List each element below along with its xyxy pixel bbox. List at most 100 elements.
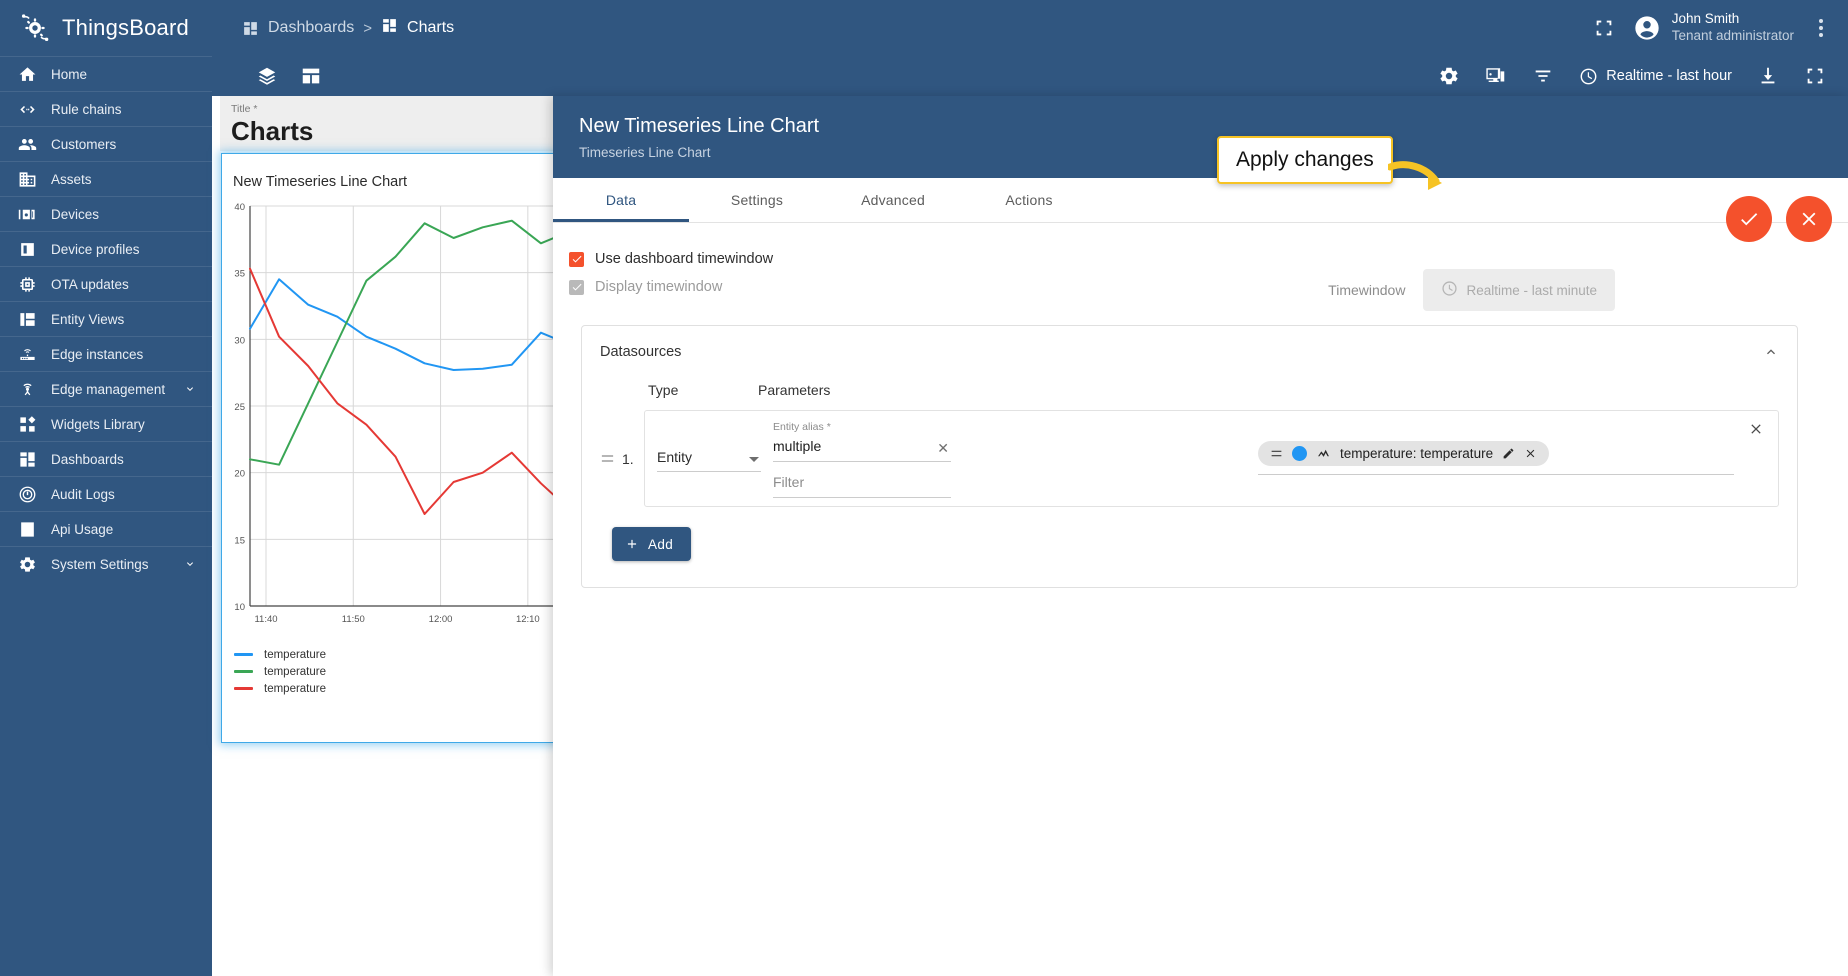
sidebar-item-widgets-library[interactable]: Widgets Library bbox=[0, 406, 212, 441]
sidebar-item-label: Rule chains bbox=[51, 102, 122, 117]
close-icon[interactable] bbox=[1524, 447, 1537, 460]
sidebar-item-rule-chains[interactable]: Rule chains bbox=[0, 91, 212, 126]
drag-handle-icon[interactable] bbox=[600, 451, 622, 466]
entity-views-icon bbox=[17, 309, 37, 329]
datasource-row: 1. Entity Entity alias * multiple ✕ bbox=[600, 410, 1779, 507]
display-timewindow-row[interactable]: Display timewindow bbox=[569, 273, 1822, 301]
top-bar: Dashboards > Charts John Smith Tenant ad… bbox=[212, 0, 1848, 56]
sidebar-item-api-usage[interactable]: Api Usage bbox=[0, 511, 212, 546]
more-vertical-icon[interactable] bbox=[1812, 19, 1830, 37]
tab-actions[interactable]: Actions bbox=[961, 178, 1097, 222]
use-dashboard-timewindow-row[interactable]: Use dashboard timewindow bbox=[569, 245, 1822, 273]
tab-advanced[interactable]: Advanced bbox=[825, 178, 961, 222]
fullscreen-icon[interactable] bbox=[1593, 17, 1615, 39]
filter-icon[interactable] bbox=[1532, 65, 1554, 87]
legend-color-swatch bbox=[234, 670, 253, 673]
widget-timewindow-label: Timewindow bbox=[1328, 282, 1405, 298]
chevron-up-icon[interactable] bbox=[1763, 344, 1779, 360]
datasources-card: Datasources Type Parameters 1. Entity bbox=[581, 325, 1798, 588]
use-dashboard-timewindow-checkbox[interactable] bbox=[569, 252, 584, 267]
edge-management-icon bbox=[17, 379, 37, 399]
sidebar-item-entity-views[interactable]: Entity Views bbox=[0, 301, 212, 336]
legend-color-swatch bbox=[234, 653, 253, 656]
check-icon bbox=[1738, 208, 1760, 230]
help-circle-icon[interactable] bbox=[1654, 178, 1677, 206]
sidebar-item-edge-instances[interactable]: Edge instances bbox=[0, 336, 212, 371]
sidebar-item-audit-logs[interactable]: Audit Logs bbox=[0, 476, 212, 511]
user-menu[interactable]: John Smith Tenant administrator bbox=[1633, 11, 1794, 45]
pencil-icon[interactable] bbox=[1502, 447, 1515, 460]
legend-item[interactable]: temperature bbox=[234, 663, 326, 680]
entity-alias-field[interactable]: Entity alias * multiple ✕ bbox=[773, 421, 951, 462]
fullscreen-icon[interactable] bbox=[1804, 65, 1826, 87]
devices-icon bbox=[17, 204, 37, 224]
datakey-chip[interactable]: temperature: temperature bbox=[1258, 441, 1549, 466]
layers-icon[interactable] bbox=[256, 65, 278, 87]
sidebar-item-label: Dashboards bbox=[51, 452, 124, 467]
datakey-color-swatch[interactable] bbox=[1292, 446, 1307, 461]
sidebar-item-label: Edge management bbox=[51, 382, 165, 397]
chevron-down-icon bbox=[184, 383, 196, 395]
dashboard-title-bar[interactable]: Title * Charts bbox=[220, 96, 560, 151]
dashboards-icon bbox=[242, 20, 259, 37]
entity-alias-value[interactable]: multiple bbox=[773, 433, 951, 461]
datasource-type-select[interactable]: Entity bbox=[657, 449, 761, 472]
user-role: Tenant administrator bbox=[1672, 28, 1794, 45]
cancel-changes-button[interactable] bbox=[1786, 196, 1832, 242]
datakeys-area: temperature: temperature bbox=[1258, 441, 1734, 475]
devices-display-icon[interactable] bbox=[1485, 65, 1507, 87]
column-header-parameters: Parameters bbox=[758, 382, 830, 398]
drag-handle-icon[interactable] bbox=[1270, 447, 1283, 460]
breadcrumb-parent[interactable]: Dashboards bbox=[268, 19, 354, 37]
legend-item[interactable]: temperature bbox=[234, 646, 326, 663]
brand[interactable]: ThingsBoard bbox=[0, 0, 212, 56]
widget-card[interactable]: New Timeseries Line Chart 10152025303540… bbox=[221, 153, 559, 743]
dashboard-title-value[interactable]: Charts bbox=[231, 116, 560, 147]
chart-svg: 1015202530354011:4011:5012:0012:10 bbox=[222, 198, 560, 638]
sidebar-item-label: Entity Views bbox=[51, 312, 124, 327]
chevron-down-icon bbox=[184, 558, 196, 570]
rule-chains-icon bbox=[17, 99, 37, 119]
remove-datasource-button[interactable] bbox=[1734, 421, 1778, 437]
datasource-box: Entity Entity alias * multiple ✕ Filter bbox=[644, 410, 1779, 507]
tab-settings[interactable]: Settings bbox=[689, 178, 825, 222]
datasources-title: Datasources bbox=[600, 344, 681, 360]
display-timewindow-label: Display timewindow bbox=[595, 279, 722, 295]
sidebar-item-dashboards[interactable]: Dashboards bbox=[0, 441, 212, 476]
legend-label: temperature bbox=[264, 666, 326, 678]
widgets-library-icon bbox=[17, 414, 37, 434]
clear-icon[interactable]: ✕ bbox=[937, 440, 949, 457]
layout-icon[interactable] bbox=[300, 65, 322, 87]
chevron-down-icon bbox=[749, 457, 759, 462]
sidebar-item-label: Audit Logs bbox=[51, 487, 115, 502]
sidebar-item-ota-updates[interactable]: OTA updates bbox=[0, 266, 212, 301]
download-icon[interactable] bbox=[1757, 65, 1779, 87]
svg-text:11:50: 11:50 bbox=[342, 614, 365, 625]
close-icon[interactable] bbox=[1691, 179, 1712, 205]
entity-alias-label: Entity alias * bbox=[773, 421, 951, 433]
sidebar-item-assets[interactable]: Assets bbox=[0, 161, 212, 196]
sidebar-item-label: Device profiles bbox=[51, 242, 140, 257]
add-datasource-button[interactable]: Add bbox=[612, 527, 691, 561]
tab-data[interactable]: Data bbox=[553, 178, 689, 222]
sidebar-item-edge-management[interactable]: Edge management bbox=[0, 371, 212, 406]
datakeys-line[interactable]: temperature: temperature bbox=[1258, 441, 1734, 475]
settings-gear-icon[interactable] bbox=[1438, 65, 1460, 87]
svg-text:12:00: 12:00 bbox=[429, 614, 453, 625]
legend-item[interactable]: temperature bbox=[234, 680, 326, 697]
apply-changes-tooltip: Apply changes bbox=[1217, 136, 1393, 184]
filter-field[interactable]: Filter bbox=[773, 474, 951, 498]
widget-title: New Timeseries Line Chart bbox=[222, 154, 558, 190]
widget-config-body: Use dashboard timewindow Display timewin… bbox=[553, 223, 1848, 588]
sidebar-item-system-settings[interactable]: System Settings bbox=[0, 546, 212, 581]
sidebar-item-device-profiles[interactable]: Device profiles bbox=[0, 231, 212, 266]
user-name: John Smith bbox=[1672, 11, 1794, 28]
apply-changes-button[interactable] bbox=[1726, 196, 1772, 242]
sidebar-item-customers[interactable]: Customers bbox=[0, 126, 212, 161]
display-timewindow-checkbox[interactable] bbox=[569, 280, 584, 295]
timewindow-button[interactable]: Realtime - last hour bbox=[1579, 67, 1732, 86]
dashboard-toolbar: Realtime - last hour bbox=[212, 56, 1848, 96]
sidebar-item-devices[interactable]: Devices bbox=[0, 196, 212, 231]
svg-text:35: 35 bbox=[234, 269, 245, 280]
sidebar-item-home[interactable]: Home bbox=[0, 56, 212, 91]
